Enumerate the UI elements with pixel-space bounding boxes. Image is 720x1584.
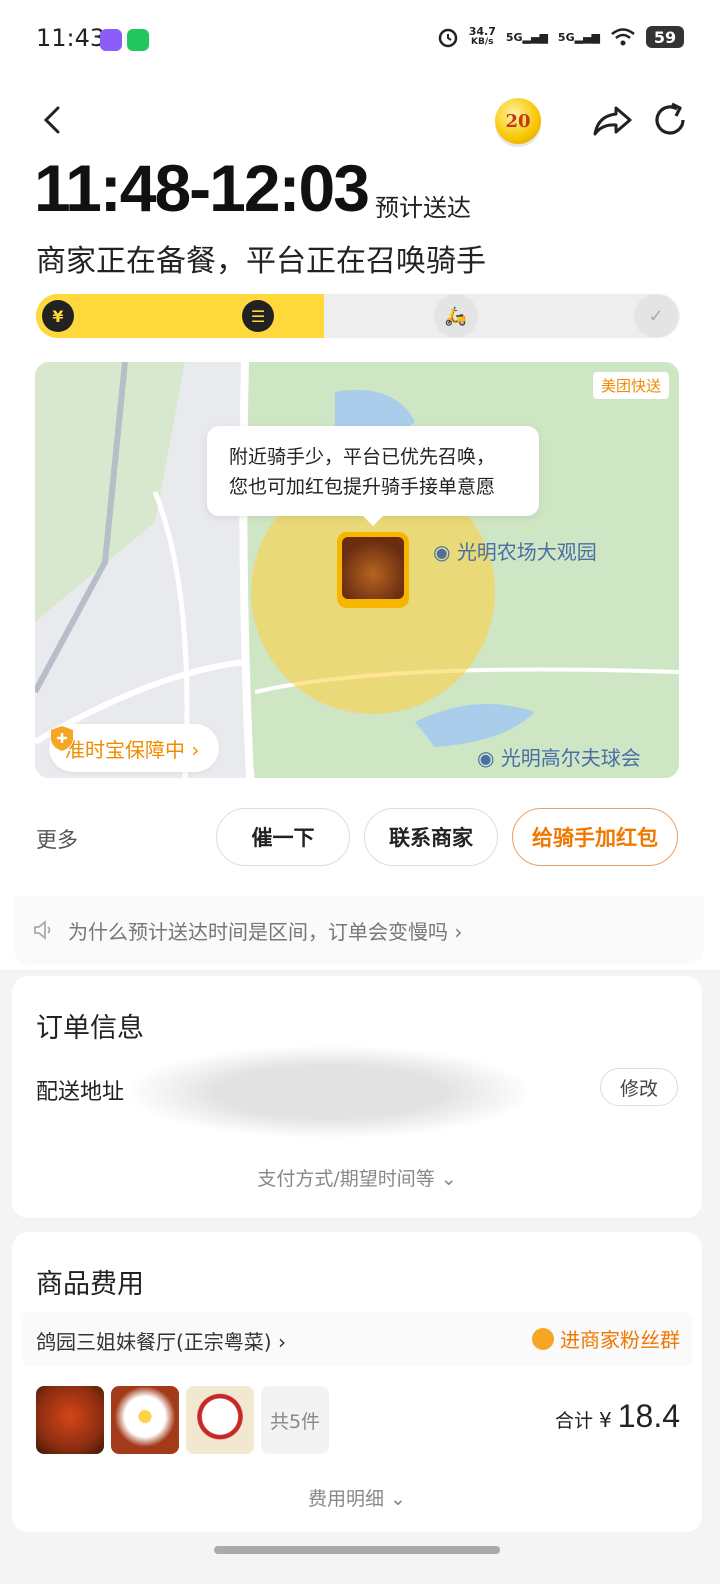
poi-label: ◉ 光明高尔夫球会 [477, 746, 641, 770]
card-title: 商品费用 [36, 1269, 144, 1300]
signal-bars-icon: ▂▄▆ [574, 30, 600, 44]
step-delivered: ✓ [634, 294, 678, 338]
call-notification-icon [127, 29, 149, 51]
shop-name[interactable]: 鸽园三姐妹餐厅(正宗粤菜) › [36, 1326, 286, 1355]
step-paid: ¥ [36, 294, 80, 338]
eta-range: 11:48-12:03 [34, 151, 370, 225]
poi-label: ◉ 光明农场大观园 [433, 540, 597, 564]
join-fan-group-link[interactable]: 进商家粉丝群 [532, 1324, 680, 1353]
status-time: 11:43 [36, 24, 106, 52]
share-icon[interactable] [590, 98, 634, 142]
signal-5g-2: 5G▂▄▆ [557, 30, 600, 44]
status-indicators: 34.7 KB/s 5G▂▄▆ 5G▂▄▆ 59 [437, 26, 684, 48]
check-shield-icon: ✓ [648, 305, 664, 327]
battery-indicator: 59 [646, 26, 684, 48]
home-indicator[interactable] [214, 1546, 500, 1554]
eta-label: 预计送达 [375, 194, 471, 222]
map-brand-badge: 美团快送 [592, 372, 669, 399]
urge-button[interactable]: 催一下 [216, 808, 350, 866]
app-notification-icon [100, 29, 122, 51]
dish-thumbnail[interactable] [36, 1386, 104, 1454]
dish-thumbnail[interactable] [111, 1386, 179, 1454]
tip-rider-button[interactable]: 给骑手加红包 [512, 808, 678, 866]
back-arrow-icon[interactable] [34, 100, 74, 140]
burger-icon: ☰ [242, 300, 274, 332]
order-status-message: 商家正在备餐，平台正在召唤骑手 [36, 244, 486, 279]
item-count[interactable]: 共5件 [261, 1386, 329, 1454]
dish-thumbnail[interactable] [186, 1386, 254, 1454]
coin-reward-icon[interactable]: 20 [495, 98, 541, 144]
store-pin[interactable] [337, 532, 409, 608]
shield-icon [51, 726, 73, 751]
alarm-icon [438, 28, 457, 48]
refresh-icon[interactable] [650, 98, 690, 142]
step-preparing: ☰ [236, 294, 280, 338]
order-total: 合计 ¥ 18.4 [554, 1398, 680, 1434]
edit-address-button[interactable]: 修改 [600, 1068, 678, 1106]
rider-shortage-tip: 附近骑手少，平台已优先召唤， 您也可加红包提升骑手接单意愿 [207, 426, 539, 526]
address-label: 配送地址 [36, 1080, 125, 1105]
chat-icon [532, 1327, 554, 1350]
delivery-map[interactable]: 美团快送 附近骑手少，平台已优先召唤， 您也可加红包提升骑手接单意愿 ◉ 光明农… [35, 362, 679, 778]
on-time-guarantee-button[interactable]: 准时宝保障中 › [49, 724, 220, 772]
card-title: 订单信息 [36, 1013, 144, 1044]
contact-merchant-button[interactable]: 联系商家 [364, 808, 498, 866]
wifi-icon [611, 28, 635, 46]
yen-icon: ¥ [42, 300, 74, 332]
signal-bars-icon: ▂▄▆ [522, 30, 548, 44]
step-rider: 🛵 [434, 294, 478, 338]
fee-details-toggle[interactable]: 费用明细 ⌄ [0, 1484, 714, 1511]
more-actions-link[interactable]: 更多 [36, 824, 78, 854]
speaker-icon [34, 920, 51, 940]
store-thumbnail [342, 537, 404, 599]
payment-details-toggle[interactable]: 支付方式/期望时间等 ⌄ [0, 1164, 714, 1191]
signal-5g-1: 5G▂▄▆ [505, 30, 548, 44]
scooter-icon: 🛵 [444, 305, 468, 327]
network-speed: 34.7 KB/s [468, 25, 496, 47]
redacted-address [130, 1046, 530, 1138]
eta-explanation-link[interactable]: 为什么预计送达时间是区间，订单会变慢吗 › [14, 896, 704, 964]
